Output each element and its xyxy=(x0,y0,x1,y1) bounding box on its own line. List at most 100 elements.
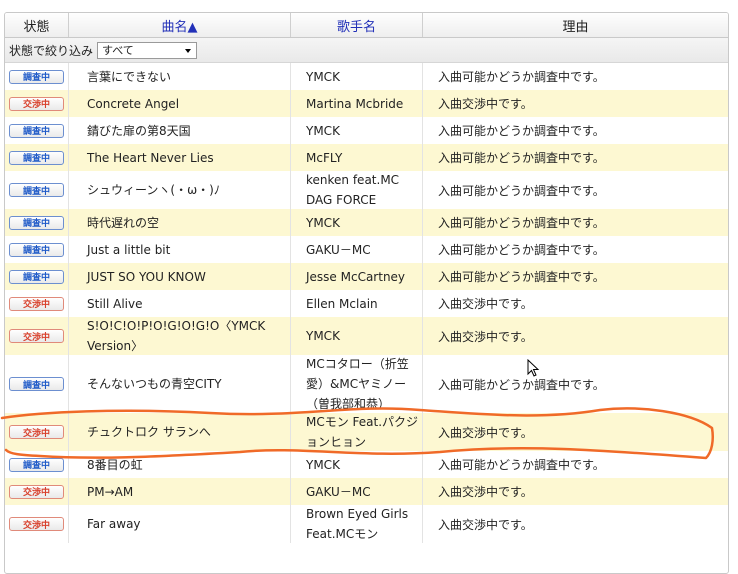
artist-name: GAKU－MC xyxy=(291,478,423,505)
status-badge: 調査中 xyxy=(9,123,64,138)
status-cell: 調査中 xyxy=(5,451,69,478)
song-title: The Heart Never Lies xyxy=(69,144,291,171)
status-filter-bar: 状態で絞り込み すべて xyxy=(5,38,728,63)
status-filter-label: 状態で絞り込み xyxy=(9,43,94,58)
artist-name: McFLY xyxy=(291,144,423,171)
table-row: 交渉中 Still Alive Ellen Mclain 入曲交渉中です。 xyxy=(5,290,728,317)
song-title: 時代遅れの空 xyxy=(69,209,291,236)
status-badge: 交渉中 xyxy=(9,484,64,499)
song-title: 8番目の虹 xyxy=(69,451,291,478)
song-title: シュウィーンヽ(・ω・)ﾉ xyxy=(69,171,291,209)
artist-name: MCモン Feat.パクジョンヒョン xyxy=(291,413,423,451)
status-badge: 調査中 xyxy=(9,242,64,257)
header-artist-sort-link[interactable]: 歌手名 xyxy=(291,13,423,37)
artist-name: Jesse McCartney xyxy=(291,263,423,290)
artist-name: MCコタロー（折笠愛）&MCヤミノー（曽我部和恭） xyxy=(291,355,423,413)
table-row: 交渉中 PM→AM GAKU－MC 入曲交渉中です。 xyxy=(5,478,728,505)
song-title: そんないつもの青空CITY xyxy=(69,355,291,413)
reason-text: 入曲可能かどうか調査中です。 xyxy=(438,183,605,198)
artist-name: Ellen Mclain xyxy=(291,290,423,317)
reason-text: 入曲可能かどうか調査中です。 xyxy=(438,216,605,230)
artist-name: GAKU－MC xyxy=(291,236,423,263)
artist-name: YMCK xyxy=(291,317,423,355)
song-title: Still Alive xyxy=(69,290,291,317)
status-cell: 交渉中 xyxy=(5,413,69,451)
reason-text: 入曲交渉中です。 xyxy=(438,485,533,499)
artist-name: YMCK xyxy=(291,451,423,478)
status-cell: 交渉中 xyxy=(5,290,69,317)
artist-name: YMCK xyxy=(291,209,423,236)
artist-name: Brown Eyed Girls Feat.MCモン xyxy=(291,505,423,543)
chevron-down-icon xyxy=(185,48,192,53)
status-cell: 調査中 xyxy=(5,355,69,413)
song-title: Far away xyxy=(69,505,291,543)
reason-text: 入曲可能かどうか調査中です。 xyxy=(438,377,605,392)
table-header: 状態 曲名▲ 歌手名 理由 xyxy=(5,13,728,38)
table-row: 調査中 時代遅れの空 YMCK 入曲可能かどうか調査中です。 xyxy=(5,209,728,236)
song-title: S!O!C!O!P!O!G!O!G!O〈YMCK Version〉 xyxy=(69,317,291,355)
status-badge: 交渉中 xyxy=(9,296,64,311)
reason-text: 入曲交渉中です。 xyxy=(438,297,533,311)
artist-name: YMCK xyxy=(291,117,423,144)
reason-text: 入曲可能かどうか調査中です。 xyxy=(438,243,605,257)
status-cell: 交渉中 xyxy=(5,317,69,355)
status-badge: 調査中 xyxy=(9,215,64,230)
status-cell: 調査中 xyxy=(5,263,69,290)
artist-name: kenken feat.MC DAG FORCE xyxy=(291,171,423,209)
song-title: JUST SO YOU KNOW xyxy=(69,263,291,290)
status-badge: 調査中 xyxy=(9,377,64,391)
table-body: 調査中 言葉にできない YMCK 入曲可能かどうか調査中です。 交渉中 Concrete … xyxy=(5,63,728,543)
status-cell: 調査中 xyxy=(5,144,69,171)
reason-text: 入曲交渉中です。 xyxy=(438,329,533,344)
table-row: 調査中 8番目の虹 YMCK 入曲可能かどうか調査中です。 xyxy=(5,451,728,478)
status-badge: 交渉中 xyxy=(9,96,64,111)
mouse-pointer-icon xyxy=(527,359,540,377)
status-cell: 調査中 xyxy=(5,63,69,90)
song-title: Just a little bit xyxy=(69,236,291,263)
reason-text: 入曲交渉中です。 xyxy=(438,517,533,532)
reason-text: 入曲可能かどうか調査中です。 xyxy=(438,151,605,165)
reason-text: 入曲可能かどうか調査中です。 xyxy=(438,270,605,284)
song-title: PM→AM xyxy=(69,478,291,505)
artist-name: Martina Mcbride xyxy=(291,90,423,117)
status-badge: 交渉中 xyxy=(9,517,64,531)
table-row: 調査中 シュウィーンヽ(・ω・)ﾉ kenken feat.MC DAG FORCE… xyxy=(5,171,728,209)
table-row: 調査中 JUST SO YOU KNOW Jesse McCartney 入曲可能かど… xyxy=(5,263,728,290)
status-cell: 調査中 xyxy=(5,209,69,236)
status-cell: 調査中 xyxy=(5,117,69,144)
status-badge: 交渉中 xyxy=(9,329,64,343)
reason-text: 入曲可能かどうか調査中です。 xyxy=(438,124,605,138)
header-reason: 理由 xyxy=(562,19,589,35)
status-filter-value: すべて xyxy=(102,44,134,57)
reason-text: 入曲可能かどうか調査中です。 xyxy=(438,70,605,84)
status-badge: 交渉中 xyxy=(9,425,64,439)
song-title: 言葉にできない xyxy=(69,63,291,90)
status-cell: 調査中 xyxy=(5,171,69,209)
header-status: 状態 xyxy=(5,13,69,37)
song-title: チュクトロク サランへ xyxy=(69,413,291,451)
status-badge: 調査中 xyxy=(9,269,64,284)
status-filter-select[interactable]: すべて xyxy=(97,41,198,59)
status-cell: 調査中 xyxy=(5,236,69,263)
table-row: 交渉中 Concrete Angel Martina Mcbride 入曲交渉中です。 xyxy=(5,90,728,117)
song-status-table: 状態 曲名▲ 歌手名 理由 状態で絞り込み すべて 調査中 言葉にできない YMCK… xyxy=(4,12,729,574)
table-row: 調査中 言葉にできない YMCK 入曲可能かどうか調査中です。 xyxy=(5,63,728,90)
table-row: 交渉中 S!O!C!O!P!O!G!O!G!O〈YMCK Version〉 YMCK… xyxy=(5,317,728,355)
table-row: 調査中 Just a little bit GAKU－MC 入曲可能かどうか調査中です… xyxy=(5,236,728,263)
header-song-sort-link[interactable]: 曲名▲ xyxy=(69,13,291,37)
song-title: Concrete Angel xyxy=(69,90,291,117)
status-cell: 交渉中 xyxy=(5,505,69,543)
artist-name: YMCK xyxy=(291,63,423,90)
table-row: 調査中 錆びた扉の第8天国 YMCK 入曲可能かどうか調査中です。 xyxy=(5,117,728,144)
song-title: 錆びた扉の第8天国 xyxy=(69,117,291,144)
table-row: 調査中 そんないつもの青空CITY MCコタロー（折笠愛）&MCヤミノー（曽我部和恭… xyxy=(5,355,728,413)
table-row: 交渉中 Far away Brown Eyed Girls Feat.MCモン 入曲交… xyxy=(5,505,728,543)
status-badge: 調査中 xyxy=(9,150,64,165)
table-row: 調査中 The Heart Never Lies McFLY 入曲可能かどうか調査中で… xyxy=(5,144,728,171)
status-cell: 交渉中 xyxy=(5,478,69,505)
reason-text: 入曲交渉中です。 xyxy=(438,97,533,111)
status-cell: 交渉中 xyxy=(5,90,69,117)
reason-text: 入曲交渉中です。 xyxy=(438,425,533,440)
status-badge: 調査中 xyxy=(9,457,64,472)
status-badge: 調査中 xyxy=(9,69,64,84)
